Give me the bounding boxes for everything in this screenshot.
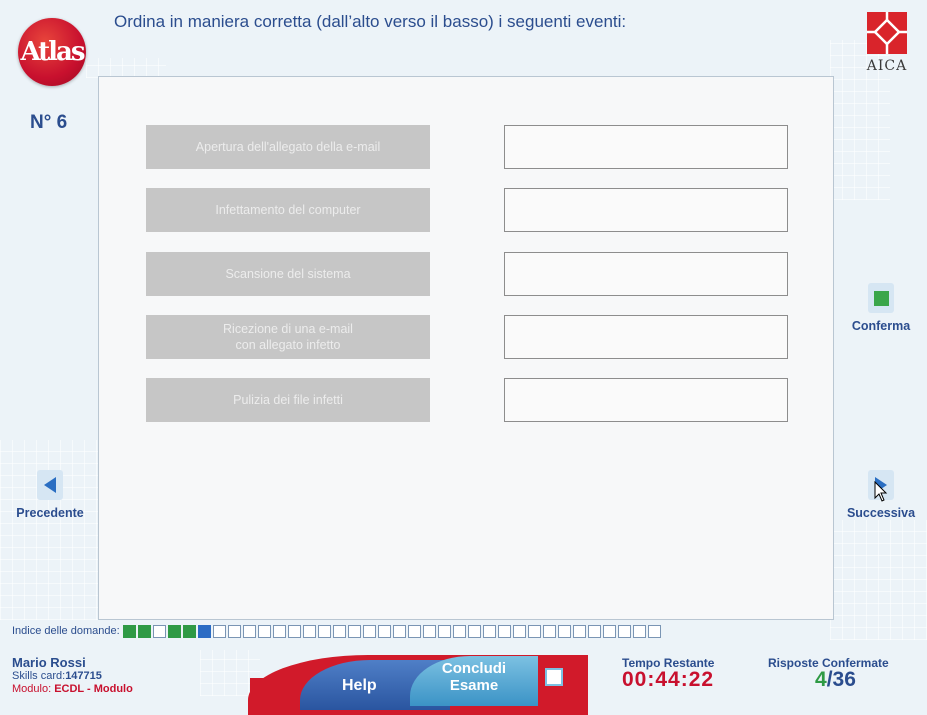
- question-number: N° 6: [30, 112, 68, 133]
- background-pattern: [830, 520, 927, 640]
- question-index-square[interactable]: [377, 624, 391, 638]
- atlas-logo-text: Atlas: [20, 37, 85, 67]
- user-name: Mario Rossi: [12, 655, 86, 670]
- event-item-label: Ricezione di una e-mail con allegato inf…: [223, 322, 353, 352]
- question-index: Indice delle domande:: [12, 624, 663, 638]
- aica-logo-text: AICA: [866, 58, 908, 74]
- question-index-square[interactable]: [212, 624, 226, 638]
- event-item[interactable]: Scansione del sistema: [146, 252, 430, 296]
- question-index-square[interactable]: [437, 624, 451, 638]
- background-pattern: [0, 440, 98, 620]
- module-info: Modulo: ECDL - Modulo: [12, 683, 133, 695]
- skills-card-value: 147715: [65, 670, 102, 682]
- answer-slot[interactable]: [504, 252, 788, 296]
- question-index-square[interactable]: [482, 624, 496, 638]
- event-item[interactable]: Apertura dell'allegato della e-mail: [146, 125, 430, 169]
- question-index-square[interactable]: [512, 624, 526, 638]
- question-index-square[interactable]: [347, 624, 361, 638]
- question-index-square[interactable]: [332, 624, 346, 638]
- question-index-square[interactable]: [362, 624, 376, 638]
- question-index-square[interactable]: [632, 624, 646, 638]
- confirmed-total: /36: [826, 668, 856, 691]
- question-index-square[interactable]: [287, 624, 301, 638]
- question-index-square[interactable]: [527, 624, 541, 638]
- question-index-square[interactable]: [122, 624, 136, 638]
- mouse-cursor-icon: [874, 481, 888, 502]
- question-index-square[interactable]: [392, 624, 406, 638]
- event-item[interactable]: Infettamento del computer: [146, 188, 430, 232]
- question-text: Ordina in maniera corretta (dall’alto ve…: [114, 12, 627, 31]
- event-item-label: Scansione del sistema: [225, 267, 351, 281]
- answer-slot[interactable]: [504, 188, 788, 232]
- question-index-square[interactable]: [242, 624, 256, 638]
- question-index-square[interactable]: [152, 624, 166, 638]
- answer-slot[interactable]: [504, 378, 788, 422]
- question-index-square[interactable]: [572, 624, 586, 638]
- question-index-square[interactable]: [182, 624, 196, 638]
- event-item-label: Apertura dell'allegato della e-mail: [195, 140, 381, 154]
- answer-slot[interactable]: [504, 125, 788, 169]
- question-index-square[interactable]: [467, 624, 481, 638]
- previous-button[interactable]: Precedente: [14, 470, 86, 520]
- question-index-square[interactable]: [557, 624, 571, 638]
- question-index-square[interactable]: [542, 624, 556, 638]
- confirmed-current: 4: [815, 668, 827, 691]
- question-index-square[interactable]: [137, 624, 151, 638]
- footer-red-block: [250, 678, 268, 696]
- confirmed-answers-value: 4/36: [815, 668, 856, 692]
- module-label: Modulo:: [12, 683, 52, 695]
- question-panel: Apertura dell'allegato della e-mail Infe…: [98, 76, 834, 620]
- answer-slot[interactable]: [504, 315, 788, 359]
- question-index-square[interactable]: [302, 624, 316, 638]
- question-index-square[interactable]: [197, 624, 211, 638]
- footer-decor-square: [545, 668, 563, 686]
- confirm-button[interactable]: Conferma: [838, 283, 924, 333]
- question-index-square[interactable]: [227, 624, 241, 638]
- question-index-label: Indice delle domande:: [12, 625, 120, 637]
- question-index-square[interactable]: [167, 624, 181, 638]
- question-index-square[interactable]: [617, 624, 631, 638]
- module-value: ECDL - Modulo: [54, 683, 133, 695]
- skills-card-label: Skills card:: [12, 670, 66, 682]
- question-index-square[interactable]: [407, 624, 421, 638]
- question-index-square[interactable]: [497, 624, 511, 638]
- question-index-square[interactable]: [647, 624, 661, 638]
- event-item-label: Pulizia dei file infetti: [233, 393, 343, 407]
- confirm-icon: [868, 283, 894, 313]
- skills-card: Skills card:147715: [12, 670, 102, 682]
- event-item[interactable]: Ricezione di una e-mail con allegato inf…: [146, 315, 430, 359]
- background-pattern: [86, 58, 166, 78]
- aica-logo: AICA: [857, 12, 917, 74]
- question-index-square[interactable]: [452, 624, 466, 638]
- arrow-left-icon: [37, 470, 63, 500]
- event-item-label: Infettamento del computer: [215, 203, 361, 217]
- aica-mark-icon: [867, 12, 907, 54]
- next-label: Successiva: [846, 506, 916, 520]
- question-index-square[interactable]: [272, 624, 286, 638]
- question-index-squares: [122, 624, 663, 638]
- question-index-square[interactable]: [422, 624, 436, 638]
- question-index-square[interactable]: [587, 624, 601, 638]
- question-index-square[interactable]: [257, 624, 271, 638]
- time-remaining-value: 00:44:22: [622, 668, 715, 691]
- atlas-logo: Atlas: [18, 18, 86, 86]
- event-item[interactable]: Pulizia dei file infetti: [146, 378, 430, 422]
- confirm-label: Conferma: [851, 319, 911, 333]
- question-index-square[interactable]: [317, 624, 331, 638]
- question-index-square[interactable]: [602, 624, 616, 638]
- previous-label: Precedente: [16, 506, 84, 520]
